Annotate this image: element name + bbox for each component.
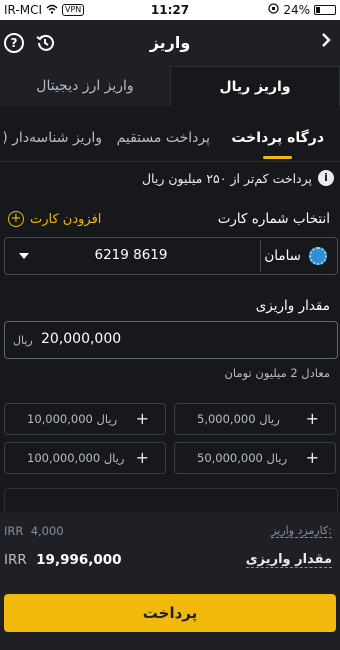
- preset-amount-button[interactable]: + 50,000,000 ریال: [174, 442, 336, 474]
- battery-percent: 24%: [283, 3, 310, 17]
- plus-icon: +: [305, 448, 319, 467]
- card-select-label: انتخاب شماره کارت: [217, 211, 330, 227]
- plus-icon: +: [135, 448, 149, 467]
- plus-icon: +: [135, 409, 149, 428]
- gateway-info: i پرداخت کم‌تر از ۲۵۰ میلیون ریال: [142, 170, 334, 186]
- gateway-limit-text: پرداخت کم‌تر از ۲۵۰ میلیون ریال: [141, 170, 312, 186]
- info-icon: i: [318, 170, 334, 186]
- tab-id-deposit[interactable]: واریز شناسه‌دار (پا: [4, 130, 102, 146]
- battery-icon: [314, 5, 336, 15]
- amount-value: 20,000,000: [41, 331, 122, 347]
- preset-amount-button[interactable]: + 10,000,000 ریال: [4, 403, 166, 435]
- status-bar: IR-MCI VPN 11:27 24%: [0, 0, 340, 20]
- bank-name: سامان: [264, 248, 301, 264]
- plus-icon: +: [305, 409, 319, 428]
- page-title: واریز: [149, 33, 191, 52]
- active-tab-indicator: [263, 156, 292, 159]
- payment-method-tabs: واریز شناسه‌دار (پا پرداخت مستقیم درگاه …: [0, 120, 340, 160]
- card-select-dropdown[interactable]: سامان 6219 8619: [4, 237, 338, 275]
- preset-amount-button[interactable]: + 100,000,000 ریال: [4, 442, 166, 474]
- preset-amount-text: 50,000,000 ریال: [197, 451, 288, 465]
- dropdown-separator: [260, 240, 261, 272]
- fee-row: کارمزد واریز: IRR 4,000: [4, 524, 332, 540]
- bank-logo-icon: [309, 247, 327, 265]
- preset-amount-text: 10,000,000 ریال: [27, 412, 118, 426]
- amount-input[interactable]: ریال 20,000,000: [4, 321, 338, 359]
- net-amount-label: مقدار واریزی: [245, 552, 332, 568]
- back-chevron-icon[interactable]: [320, 31, 332, 54]
- divider: [0, 161, 340, 162]
- fee-label: کارمزد واریز:: [271, 524, 332, 538]
- tab-direct-payment[interactable]: پرداخت مستقیم: [117, 130, 210, 146]
- tab-payment-gateway-label: درگاه پرداخت: [231, 130, 324, 146]
- add-card-button[interactable]: + افزودن کارت: [8, 211, 101, 227]
- preset-amount-text: 100,000,000 ریال: [27, 451, 125, 465]
- amount-equivalent: معادل 2 میلیون تومان: [224, 366, 330, 380]
- net-amount-row: مقدار واریزی IRR 19,996,000: [4, 552, 332, 570]
- card-number: 6219 8619: [94, 247, 168, 263]
- tab-payment-gateway[interactable]: درگاه پرداخت: [231, 130, 324, 159]
- preset-amount-text: 5,000,000 ریال: [197, 412, 280, 426]
- pay-button[interactable]: پرداخت: [4, 594, 336, 632]
- caret-down-icon: [19, 253, 29, 259]
- preset-amount-button[interactable]: + 5,000,000 ریال: [174, 403, 336, 435]
- net-amount-value: IRR 19,996,000: [4, 552, 122, 568]
- plus-circle-icon: +: [8, 211, 24, 227]
- app-header: ? واریز: [0, 20, 340, 66]
- amount-unit: ریال: [13, 334, 33, 347]
- tab-crypto-deposit[interactable]: واریز ارز دیجیتال: [0, 66, 170, 106]
- status-right: 24%: [268, 3, 336, 17]
- deposit-type-tabs: واریز ارز دیجیتال واریز ریال: [0, 66, 340, 106]
- tab-rial-deposit[interactable]: واریز ریال: [170, 66, 340, 106]
- fee-value: IRR 4,000: [4, 524, 64, 538]
- amount-label: مقدار واریزی: [255, 298, 330, 314]
- orientation-lock-icon: [268, 3, 279, 17]
- add-card-label: افزودن کارت: [30, 211, 102, 227]
